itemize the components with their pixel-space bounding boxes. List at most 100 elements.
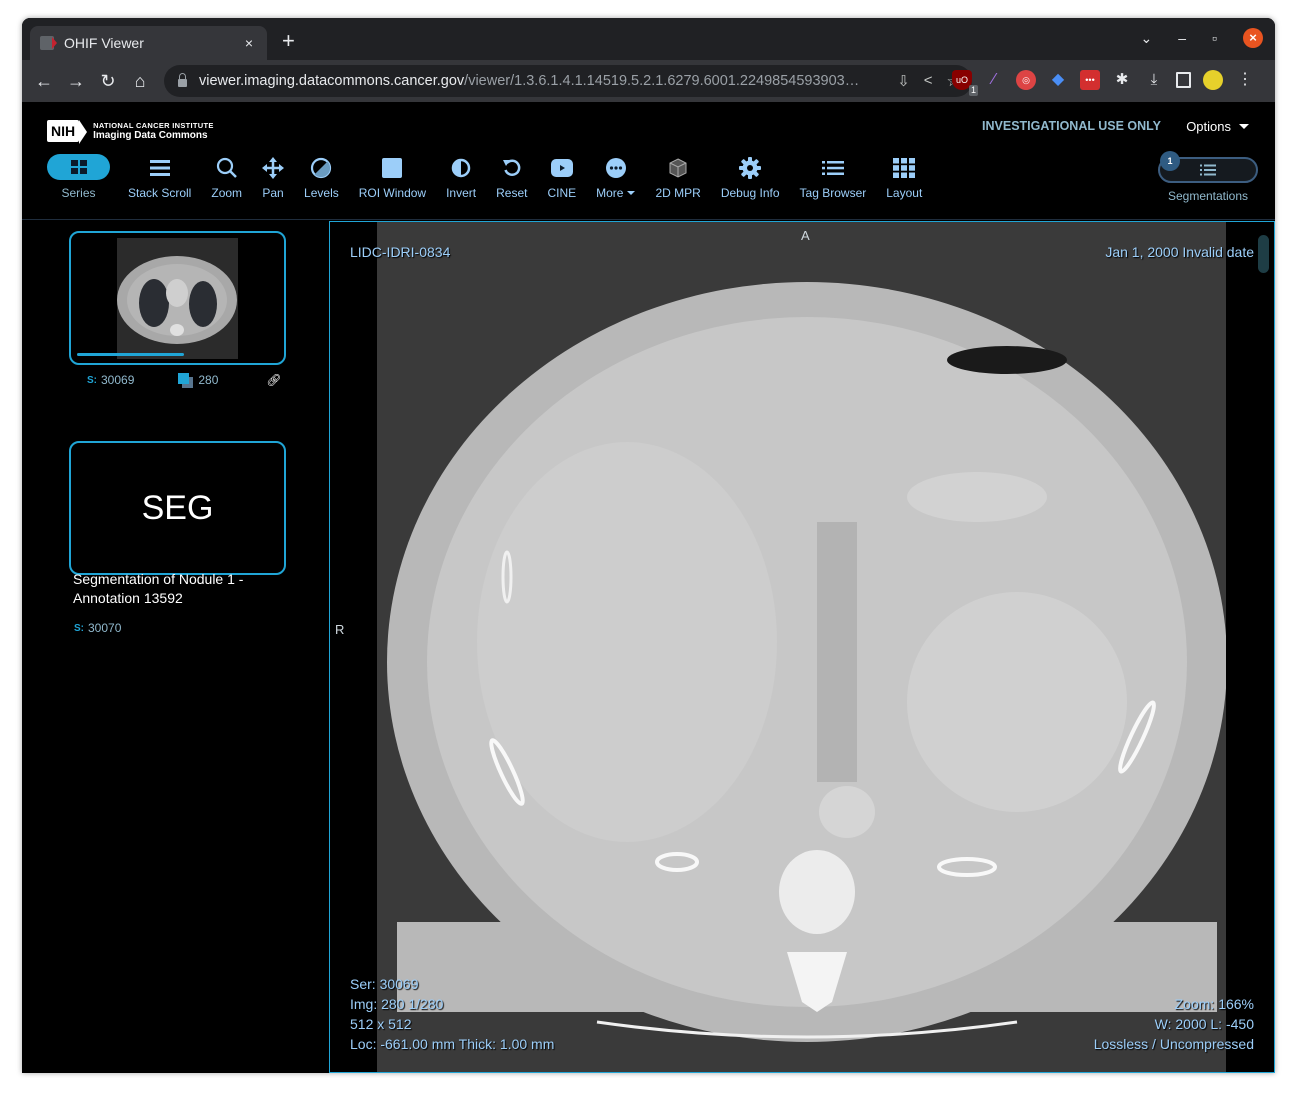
grid-icon: [893, 158, 916, 178]
nih-logo-mark: NIH: [47, 120, 88, 144]
dimensions-overlay: 512 x 512: [350, 1016, 412, 1032]
browser-tab[interactable]: OHIF Viewer ×: [30, 26, 267, 60]
app-header: NIH NATIONAL CANCER INSTITUTE Imaging Da…: [22, 102, 1275, 220]
image-scroll-thumb[interactable]: [1258, 235, 1269, 273]
location-thickness-overlay: Loc: -661.00 mm Thick: 1.00 mm: [350, 1036, 555, 1052]
bottom-right-overlay: Zoom: 166% W: 2000 L: -450 Lossless / Un…: [1094, 994, 1254, 1054]
tool-bar: Series Stack Scroll Zoom Pan Levels ROI …: [47, 154, 942, 200]
downloads-icon[interactable]: ⤓: [1144, 70, 1164, 90]
series-toggle-button[interactable]: Series: [47, 154, 110, 200]
arrows-move-icon: [262, 157, 285, 179]
puzzle-extensions-icon[interactable]: ✱: [1112, 70, 1132, 90]
minimize-button[interactable]: –: [1178, 30, 1186, 46]
tool-more[interactable]: More: [596, 154, 636, 200]
caret-down-icon: [1239, 124, 1249, 129]
home-icon[interactable]: ⌂: [128, 69, 152, 93]
share-icon[interactable]: <: [924, 72, 933, 90]
tool-cine[interactable]: CINE: [547, 154, 576, 200]
segmentations-pill[interactable]: 1: [1158, 151, 1258, 183]
hexagon-extension-icon[interactable]: ◎: [1016, 70, 1036, 90]
new-tab-button[interactable]: +: [282, 30, 295, 52]
tool-label: Stack Scroll: [128, 186, 192, 200]
tool-label: Reset: [496, 186, 528, 200]
orientation-marker-left: R: [335, 622, 345, 637]
list-icon: [1200, 164, 1216, 176]
logo-subtitle: NATIONAL CANCER INSTITUTE: [93, 121, 214, 130]
tab-close-icon[interactable]: ×: [241, 35, 257, 51]
maximize-button[interactable]: ▫: [1212, 30, 1217, 46]
link-icon[interactable]: 🔗︎: [266, 373, 281, 387]
ohif-favicon-icon: [40, 36, 57, 50]
tool-roi-window[interactable]: ROI Window: [359, 154, 426, 200]
ublock-extension-icon[interactable]: uO 1: [952, 70, 978, 96]
tool-label: Debug Info: [720, 186, 780, 200]
back-arrow-icon[interactable]: ←: [32, 69, 56, 93]
reset-icon: [502, 159, 521, 176]
tool-label: ROI Window: [358, 186, 427, 200]
tool-invert[interactable]: Invert: [446, 154, 476, 200]
profile-avatar[interactable]: [1203, 70, 1223, 90]
magnifier-icon: [216, 157, 237, 178]
menu-kebab-icon[interactable]: ⋮: [1235, 70, 1255, 90]
feather-extension-icon[interactable]: ⁄: [984, 70, 1004, 90]
orientation-marker-top: A: [801, 228, 810, 243]
lock-icon[interactable]: [178, 73, 187, 87]
compression-overlay: Lossless / Uncompressed: [1093, 1036, 1254, 1052]
series-label: Series: [61, 186, 96, 200]
grid-2x2-icon: [70, 160, 87, 174]
cube-icon: [669, 158, 687, 178]
address-bar[interactable]: viewer.imaging.datacommons.cancer.gov/vi…: [164, 65, 972, 97]
series-meta-ct: S: 30069 280 🔗︎: [87, 373, 282, 388]
patient-id-overlay: LIDC-IDRI-0834: [350, 244, 451, 260]
tool-2d-mpr[interactable]: 2D MPR: [655, 154, 701, 200]
tool-stack-scroll[interactable]: Stack Scroll: [128, 154, 191, 200]
bottom-left-overlay: Ser: 30069 Img: 280 1/280 512 x 512 Loc:…: [350, 974, 554, 1054]
reload-icon[interactable]: ↻: [96, 69, 120, 93]
tool-debug-info[interactable]: Debug Info: [721, 154, 780, 200]
square-icon: [382, 158, 403, 178]
tab-strip: OHIF Viewer × + ⌄ – ▫ ×: [22, 18, 1275, 60]
tool-layout[interactable]: Layout: [886, 154, 922, 200]
tool-zoom[interactable]: Zoom: [211, 154, 242, 200]
tool-pan[interactable]: Pan: [262, 154, 285, 200]
stack-icon: [178, 373, 194, 388]
tool-label: Invert: [446, 186, 477, 200]
tool-label: Pan: [262, 186, 284, 200]
tool-label: Tag Browser: [799, 186, 867, 200]
ct-image[interactable]: [377, 222, 1226, 1072]
browser-toolbar: ← → ↻ ⌂ viewer.imaging.datacommons.cance…: [22, 60, 1275, 102]
gear-icon: [739, 157, 762, 179]
tool-reset[interactable]: Reset: [496, 154, 527, 200]
seg-series-description: Segmentation of Nodule 1 - Annotation 13…: [73, 571, 244, 606]
segmentations-toggle[interactable]: 1 Segmentations: [1158, 151, 1258, 203]
investigational-use-notice: INVESTIGATIONAL USE ONLY: [982, 119, 1161, 133]
close-window-button[interactable]: ×: [1243, 28, 1263, 48]
series-overlay: Ser: 30069: [350, 976, 419, 992]
series-key: S:: [87, 374, 97, 386]
series-pill[interactable]: [47, 154, 110, 180]
ohif-app: NIH NATIONAL CANCER INSTITUTE Imaging Da…: [22, 102, 1275, 1073]
series-sidebar: S: 30069 280 🔗︎ SEG Segmentation of Nodu…: [22, 221, 329, 1073]
series-thumbnail-ct[interactable]: [69, 231, 286, 365]
tool-label: Layout: [886, 186, 923, 200]
seg-thumbnail-text: SEG: [141, 488, 214, 527]
segmentations-label: Segmentations: [1167, 189, 1249, 203]
idc-logo[interactable]: NIH NATIONAL CANCER INSTITUTE Imaging Da…: [47, 120, 214, 144]
cap-extension-icon[interactable]: ◆: [1048, 70, 1068, 90]
install-app-icon[interactable]: ⇩: [897, 72, 910, 90]
play-icon: [550, 159, 573, 177]
forward-arrow-icon[interactable]: →: [64, 69, 88, 93]
lastpass-extension-icon[interactable]: •••: [1080, 70, 1100, 90]
image-viewport[interactable]: LIDC-IDRI-0834 Jan 1, 2000 Invalid date …: [329, 221, 1275, 1073]
ublock-label: uO: [955, 75, 968, 85]
series-number: 30070: [88, 621, 122, 635]
side-panel-icon[interactable]: [1176, 72, 1191, 88]
tool-tag-browser[interactable]: Tag Browser: [799, 154, 867, 200]
series-thumbnail-seg[interactable]: SEG: [69, 441, 286, 575]
options-menu[interactable]: Options: [1186, 119, 1249, 134]
bars-icon: [149, 160, 170, 176]
extension-badge: 1: [968, 85, 978, 96]
tool-levels[interactable]: Levels: [304, 154, 339, 200]
contrast-circle-icon: [311, 157, 332, 179]
tab-search-chevron-icon[interactable]: ⌄: [1141, 30, 1153, 47]
